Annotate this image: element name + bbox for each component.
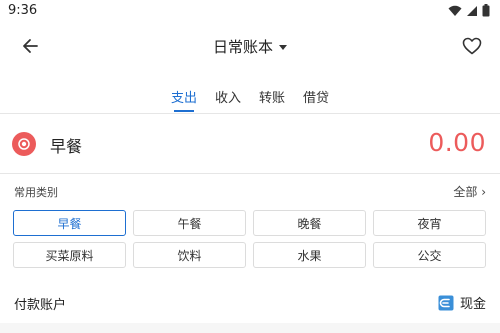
app-bar: 日常账本 xyxy=(0,22,500,70)
status-time: 9:36 xyxy=(8,3,38,18)
category-chip-fruit[interactable]: 水果 xyxy=(253,242,366,268)
payment-account-value: 现金 xyxy=(459,297,486,312)
caret-down-icon xyxy=(279,45,287,50)
battery-icon xyxy=(482,4,490,17)
common-categories-label: 常用类别 xyxy=(14,186,58,199)
bottom-panel-edge xyxy=(0,323,500,333)
breakfast-category-icon xyxy=(12,132,36,156)
category-chip-groceries[interactable]: 买菜原料 xyxy=(13,242,126,268)
category-chip-breakfast[interactable]: 早餐 xyxy=(13,210,126,236)
entry-divider xyxy=(0,173,500,174)
common-categories-header: 常用类别 全部 › xyxy=(0,182,500,202)
category-chip-late-snack[interactable]: 夜宵 xyxy=(373,210,486,236)
chevron-right-icon: › xyxy=(481,185,486,199)
status-icons xyxy=(448,4,490,17)
payment-account-selector[interactable]: 现金 xyxy=(438,293,486,312)
payment-account-label: 付款账户 xyxy=(14,298,67,313)
selected-category-name: 早餐 xyxy=(50,137,83,156)
all-categories-link[interactable]: 全部 › xyxy=(453,183,486,200)
signal-icon xyxy=(467,5,477,16)
amount-value[interactable]: 0.00 xyxy=(428,128,486,157)
type-tabs: 支出 收入 转账 借贷 xyxy=(0,83,500,113)
category-grid: 早餐 午餐 晚餐 夜宵 买菜原料 饮料 水果 公交 xyxy=(13,210,488,268)
page-title: 日常账本 xyxy=(212,38,273,56)
tab-loan[interactable]: 借贷 xyxy=(294,83,338,109)
tabs-divider xyxy=(0,113,500,114)
tab-income[interactable]: 收入 xyxy=(206,83,250,109)
favorite-button[interactable] xyxy=(460,34,484,58)
status-bar: 9:36 xyxy=(0,0,500,22)
category-chip-bus[interactable]: 公交 xyxy=(373,242,486,268)
tab-transfer[interactable]: 转账 xyxy=(250,83,294,109)
category-chip-dinner[interactable]: 晚餐 xyxy=(253,210,366,236)
category-chip-drinks[interactable]: 饮料 xyxy=(133,242,246,268)
tab-expense[interactable]: 支出 xyxy=(162,83,206,112)
heart-icon xyxy=(462,37,482,55)
wifi-icon xyxy=(448,5,462,16)
cash-wallet-icon xyxy=(438,295,454,310)
payment-account-row[interactable]: 付款账户 现金 xyxy=(0,290,500,316)
category-chip-lunch[interactable]: 午餐 xyxy=(133,210,246,236)
entry-row[interactable]: 早餐 0.00 xyxy=(0,118,500,170)
ledger-selector[interactable]: 日常账本 xyxy=(0,36,500,57)
